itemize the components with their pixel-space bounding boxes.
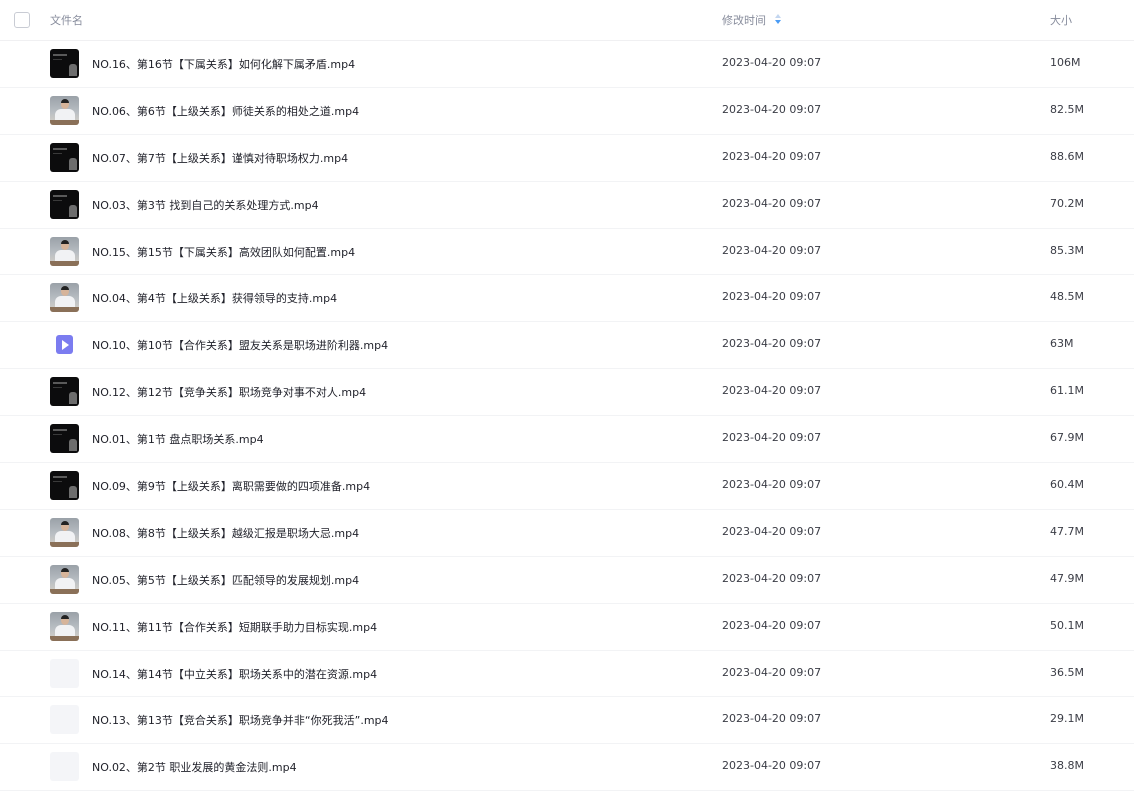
thumbnail-placeholder: [50, 705, 79, 735]
file-row[interactable]: NO.07、第7节【上级关系】谨慎对待职场权力.mp4 2023-04-20 09…: [0, 135, 1134, 182]
thumbnail-placeholder: [50, 658, 79, 688]
file-row[interactable]: NO.09、第9节【上级关系】离职需要做的四项准备.mp4 2023-04-20 …: [0, 463, 1134, 510]
file-row[interactable]: NO.06、第6节【上级关系】师徒关系的相处之道.mp4 2023-04-20 0…: [0, 88, 1134, 135]
file-name[interactable]: NO.07、第7节【上级关系】谨慎对待职场权力.mp4: [92, 150, 348, 166]
file-name[interactable]: NO.01、第1节 盘点职场关系.mp4: [92, 431, 264, 447]
file-modified-time: 2023-04-20 09:07: [722, 337, 822, 351]
file-name[interactable]: NO.08、第8节【上级关系】越级汇报是职场大忌.mp4: [92, 525, 359, 541]
file-list: 文件名 修改时间 大小 NO.16、第16节【下属关系】如何化解下属矛盾.mp4…: [0, 0, 1134, 791]
file-row[interactable]: NO.08、第8节【上级关系】越级汇报是职场大忌.mp4 2023-04-20 0…: [0, 510, 1134, 557]
sort-descending-icon[interactable]: [774, 13, 782, 25]
file-modified-time: 2023-04-20 09:07: [722, 665, 822, 679]
file-modified-time: 2023-04-20 09:07: [722, 243, 822, 257]
select-all-checkbox[interactable]: [14, 12, 30, 28]
file-name[interactable]: NO.15、第15节【下属关系】高效团队如何配置.mp4: [92, 244, 355, 260]
video-thumbnail: [50, 377, 79, 407]
file-name[interactable]: NO.04、第4节【上级关系】获得领导的支持.mp4: [92, 290, 337, 306]
video-thumbnail: [50, 517, 79, 547]
file-size: 85.3M: [1050, 243, 1084, 257]
video-thumbnail: [50, 95, 79, 125]
file-modified-time: 2023-04-20 09:07: [722, 56, 822, 69]
file-row[interactable]: NO.01、第1节 盘点职场关系.mp4 2023-04-20 09:07 67.9…: [0, 416, 1134, 464]
video-thumbnail: [50, 236, 79, 266]
file-row[interactable]: NO.16、第16节【下属关系】如何化解下属矛盾.mp4 2023-04-20 0…: [0, 41, 1134, 88]
file-name[interactable]: NO.05、第5节【上级关系】匹配领导的发展规划.mp4: [92, 572, 359, 588]
file-size: 48.5M: [1050, 290, 1084, 304]
file-row[interactable]: NO.12、第12节【竞争关系】职场竞争对事不对人.mp4 2023-04-20 …: [0, 369, 1134, 417]
video-thumbnail: [50, 564, 79, 594]
file-row[interactable]: NO.03、第3节 找到自己的关系处理方式.mp4 2023-04-20 09:0…: [0, 182, 1134, 229]
video-file-icon: [50, 330, 79, 359]
file-size: 61.1M: [1050, 384, 1084, 398]
file-name[interactable]: NO.11、第11节【合作关系】短期联手助力目标实现.mp4: [92, 619, 377, 635]
column-header-name[interactable]: 文件名: [50, 12, 83, 28]
file-row[interactable]: NO.04、第4节【上级关系】获得领导的支持.mp4 2023-04-20 09:…: [0, 275, 1134, 323]
file-row[interactable]: NO.11、第11节【合作关系】短期联手助力目标实现.mp4 2023-04-20…: [0, 604, 1134, 651]
file-modified-time: 2023-04-20 09:07: [722, 712, 822, 726]
file-modified-time: 2023-04-20 09:07: [722, 431, 822, 445]
file-size: 47.7M: [1050, 524, 1084, 538]
file-row[interactable]: NO.10、第10节【合作关系】盟友关系是职场进阶利器.mp4 2023-04-2…: [0, 322, 1134, 370]
file-row[interactable]: NO.13、第13节【竞合关系】职场竞争并非“你死我活”.mp4 2023-04-…: [0, 697, 1134, 745]
video-thumbnail: [50, 471, 79, 501]
file-modified-time: 2023-04-20 09:07: [722, 618, 822, 632]
file-size: 29.1M: [1050, 712, 1084, 726]
thumbnail-placeholder: [50, 752, 79, 782]
file-row[interactable]: NO.15、第15节【下属关系】高效团队如何配置.mp4 2023-04-20 0…: [0, 229, 1134, 276]
column-header-size[interactable]: 大小: [1050, 12, 1072, 28]
video-thumbnail: [50, 611, 79, 641]
video-thumbnail: [50, 49, 79, 78]
file-modified-time: 2023-04-20 09:07: [722, 290, 822, 304]
file-name[interactable]: NO.03、第3节 找到自己的关系处理方式.mp4: [92, 197, 319, 213]
file-row[interactable]: NO.05、第5节【上级关系】匹配领导的发展规划.mp4 2023-04-20 0…: [0, 557, 1134, 604]
file-modified-time: 2023-04-20 09:07: [722, 759, 822, 773]
file-name[interactable]: NO.06、第6节【上级关系】师徒关系的相处之道.mp4: [92, 103, 359, 119]
file-rows: NO.16、第16节【下属关系】如何化解下属矛盾.mp4 2023-04-20 0…: [0, 41, 1134, 791]
file-modified-time: 2023-04-20 09:07: [722, 384, 822, 398]
file-name[interactable]: NO.10、第10节【合作关系】盟友关系是职场进阶利器.mp4: [92, 337, 388, 353]
file-size: 60.4M: [1050, 478, 1084, 492]
file-name[interactable]: NO.09、第9节【上级关系】离职需要做的四项准备.mp4: [92, 478, 370, 494]
file-modified-time: 2023-04-20 09:07: [722, 524, 822, 538]
video-thumbnail: [50, 283, 79, 313]
file-size: 82.5M: [1050, 102, 1084, 116]
video-thumbnail: [50, 189, 79, 219]
video-thumbnail: [50, 142, 79, 172]
file-modified-time: 2023-04-20 09:07: [722, 478, 822, 492]
file-size: 50.1M: [1050, 618, 1084, 632]
file-size: 47.9M: [1050, 571, 1084, 585]
file-modified-time: 2023-04-20 09:07: [722, 571, 822, 585]
file-list-header: 文件名 修改时间 大小: [0, 0, 1134, 41]
file-size: 70.2M: [1050, 196, 1084, 210]
file-size: 38.8M: [1050, 759, 1084, 773]
column-header-modified-time[interactable]: 修改时间: [722, 12, 766, 28]
file-name[interactable]: NO.13、第13节【竞合关系】职场竞争并非“你死我活”.mp4: [92, 712, 389, 728]
video-thumbnail: [50, 424, 79, 454]
file-size: 106M: [1050, 56, 1081, 69]
file-size: 88.6M: [1050, 149, 1084, 163]
file-name[interactable]: NO.12、第12节【竞争关系】职场竞争对事不对人.mp4: [92, 384, 366, 400]
file-modified-time: 2023-04-20 09:07: [722, 149, 822, 163]
file-name[interactable]: NO.16、第16节【下属关系】如何化解下属矛盾.mp4: [92, 56, 355, 72]
file-size: 67.9M: [1050, 431, 1084, 445]
file-size: 36.5M: [1050, 665, 1084, 679]
file-modified-time: 2023-04-20 09:07: [722, 102, 822, 116]
file-row[interactable]: NO.14、第14节【中立关系】职场关系中的潜在资源.mp4 2023-04-20…: [0, 651, 1134, 698]
file-size: 63M: [1050, 337, 1074, 351]
file-row[interactable]: NO.02、第2节 职业发展的黄金法则.mp4 2023-04-20 09:07 3…: [0, 744, 1134, 791]
file-name[interactable]: NO.02、第2节 职业发展的黄金法则.mp4: [92, 759, 297, 775]
file-modified-time: 2023-04-20 09:07: [722, 196, 822, 210]
file-name[interactable]: NO.14、第14节【中立关系】职场关系中的潜在资源.mp4: [92, 666, 377, 682]
